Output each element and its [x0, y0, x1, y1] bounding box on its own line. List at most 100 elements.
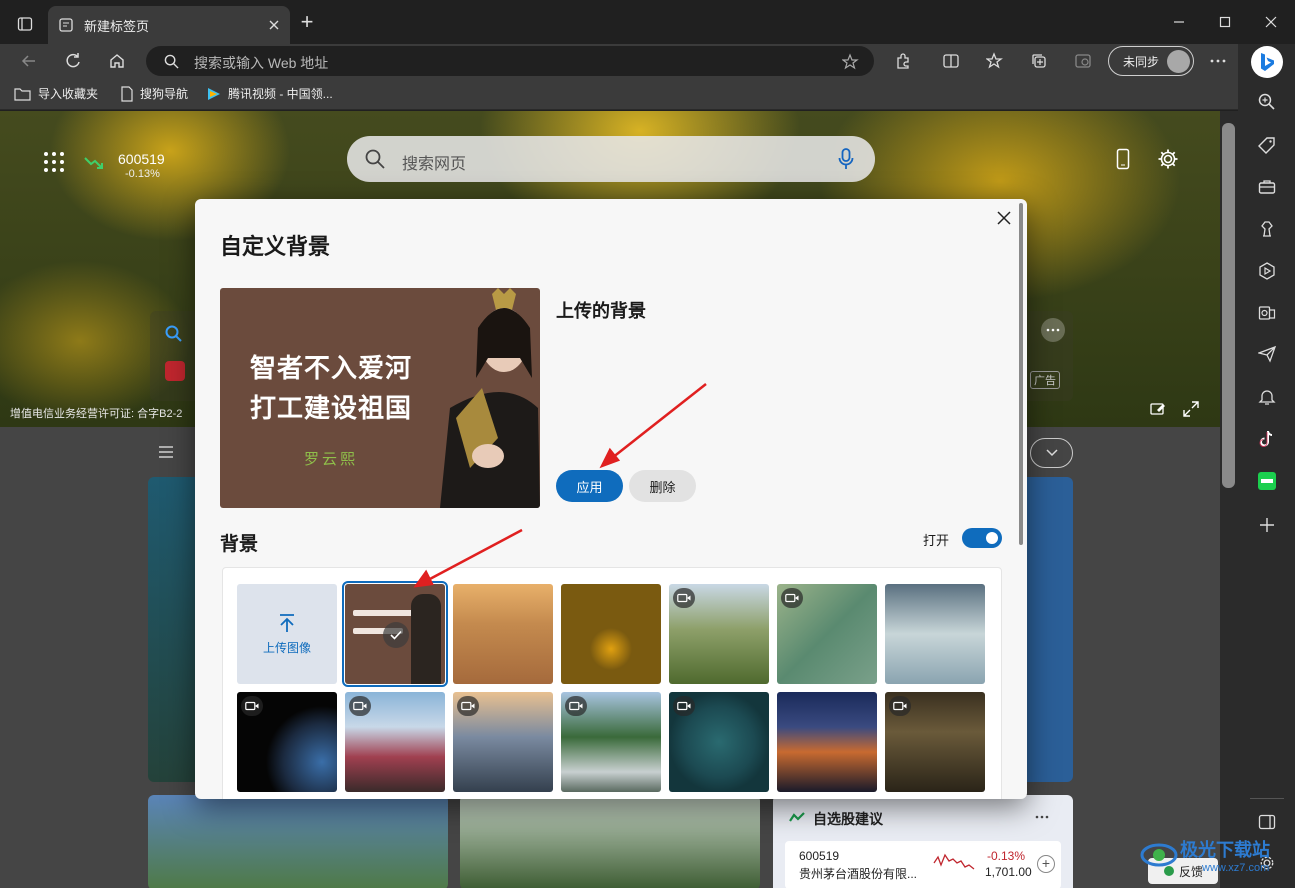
sidebar-send-button[interactable] [1254, 341, 1280, 367]
collections-button[interactable] [1024, 47, 1054, 75]
sidebar-add-button[interactable] [1254, 512, 1280, 538]
watermark: 极光下载站 www.xz7.com [1140, 832, 1290, 884]
minimize-button[interactable] [1156, 8, 1202, 36]
preview-name-text: 罗云熙 [304, 451, 359, 468]
video-camera-icon [241, 696, 263, 716]
bing-chat-button[interactable] [1251, 46, 1283, 78]
stock-suggestion-card[interactable]: 自选股建议 600519 贵州茅台酒股份有限... -0.13% 1,701.0… [773, 795, 1073, 888]
sidebar-notification-button[interactable] [1254, 384, 1280, 410]
uploaded-background-preview: 智者不入爱河 打工建设祖国 罗云熙 [220, 288, 540, 508]
expand-icon[interactable] [1183, 401, 1199, 417]
close-window-button[interactable] [1248, 8, 1294, 36]
maximize-button[interactable] [1202, 8, 1248, 36]
stock-row-change: -0.13% [987, 849, 1026, 863]
home-button[interactable] [102, 47, 132, 75]
mobile-phone-icon[interactable] [1116, 148, 1130, 170]
add-favorite-icon[interactable] [842, 53, 860, 71]
back-button[interactable] [14, 47, 44, 75]
background-thumb-beach[interactable] [453, 584, 553, 684]
paper-plane-icon [1258, 345, 1276, 363]
microphone-icon[interactable] [838, 148, 854, 170]
extensions-button[interactable] [888, 47, 918, 75]
new-tab-button[interactable]: + [296, 11, 318, 34]
profile-button[interactable]: 未同步 [1108, 46, 1194, 76]
background-thumb-ocean[interactable] [669, 692, 769, 792]
menu-icon[interactable] [158, 446, 174, 458]
background-thumb-city[interactable] [453, 692, 553, 792]
edge-bar-button[interactable] [1068, 47, 1098, 75]
dialog-scrollbar[interactable] [1019, 203, 1023, 545]
collections-icon [1032, 54, 1046, 68]
sparkline-icon [933, 853, 975, 870]
weather-card[interactable] [1020, 477, 1073, 782]
dialog-close-button[interactable] [991, 205, 1017, 231]
apply-button[interactable]: 应用 [556, 470, 623, 502]
background-thumb-river[interactable] [777, 584, 877, 684]
favorites-button[interactable] [980, 47, 1010, 75]
refresh-button[interactable] [58, 47, 88, 75]
sidebar-shopping-button[interactable] [1254, 132, 1280, 158]
tab-new-tab[interactable]: 新建标签页 [48, 6, 290, 44]
favorites-star-icon [986, 52, 1003, 69]
delete-button[interactable]: 删除 [629, 470, 696, 502]
page-scrollbar-thumb[interactable] [1222, 123, 1235, 488]
video-camera-icon [457, 696, 479, 716]
settings-more-button[interactable] [1203, 47, 1233, 75]
favorite-item-tencent-video[interactable]: 腾讯视频 - 中国领... [206, 85, 333, 102]
close-icon [997, 211, 1011, 225]
favorite-label: 导入收藏夹 [38, 87, 99, 101]
address-bar[interactable]: 搜索或输入 Web 地址 [146, 46, 874, 76]
stock-code[interactable]: 600519 [118, 151, 165, 167]
more-options-button[interactable] [1041, 318, 1065, 342]
edit-image-icon[interactable] [1150, 401, 1166, 417]
background-gallery: 上传图像 [222, 567, 1002, 799]
sidebar-tools-button[interactable] [1254, 174, 1280, 200]
news-card-car[interactable] [460, 795, 760, 888]
gear-icon[interactable] [1157, 148, 1179, 170]
background-thumb-dunes[interactable] [885, 584, 985, 684]
background-thumb-earth[interactable] [237, 692, 337, 792]
puzzle-icon [897, 53, 909, 69]
background-thumb-mountains[interactable] [669, 584, 769, 684]
sidebar-outlook-button[interactable] [1254, 300, 1280, 326]
favorite-item-sogou[interactable]: 搜狗导航 [120, 85, 188, 102]
background-toggle-label: 打开 [923, 533, 950, 548]
background-thumb-uploaded[interactable] [342, 581, 448, 687]
tab-actions-button[interactable] [8, 10, 42, 38]
upload-image-button[interactable]: 上传图像 [237, 584, 337, 684]
stock-logo-icon [789, 812, 805, 822]
background-thumb-sunflowers[interactable] [561, 584, 661, 684]
split-screen-button[interactable] [936, 47, 966, 75]
sidebar-search-button[interactable] [1254, 89, 1280, 115]
add-stock-button[interactable]: + [1037, 855, 1055, 873]
tab-close-icon[interactable] [268, 19, 280, 31]
more-dots-icon[interactable] [1035, 815, 1049, 819]
dialog-title: 自定义背景 [220, 234, 331, 259]
folder-import-icon [14, 87, 31, 101]
preview-text-line2: 打工建设祖国 [250, 393, 413, 423]
app-launcher-button[interactable] [43, 151, 65, 173]
background-thumb-fuji[interactable] [345, 692, 445, 792]
background-toggle[interactable] [962, 528, 1002, 548]
background-thumb-giraffes[interactable] [885, 692, 985, 792]
license-text[interactable]: 增值电信业务经营许可证: 合字B2-2 [10, 405, 182, 421]
sidebar-games-button[interactable] [1254, 216, 1280, 242]
background-thumb-castle[interactable] [777, 692, 877, 792]
quick-link-icon[interactable] [165, 361, 185, 381]
outlook-icon [1258, 306, 1276, 320]
grid-dots-icon [44, 152, 64, 172]
customize-background-dialog: 自定义背景 智者不入爱河 打工建设祖国 罗云熙 上传的背景 应用 删除 背景 打… [195, 199, 1027, 799]
background-thumb-waterfall[interactable] [561, 692, 661, 792]
news-card-game[interactable] [148, 795, 448, 888]
sidebar-microsoft365-button[interactable] [1254, 258, 1280, 284]
sidebar-tiktok-button[interactable] [1254, 426, 1280, 452]
sidebar-divider [1250, 798, 1284, 799]
favorite-item-import[interactable]: 导入收藏夹 [14, 85, 98, 102]
web-search-box[interactable]: 搜索网页 [347, 136, 875, 182]
stock-row[interactable]: 600519 贵州茅台酒股份有限... -0.13% 1,701.00 + [785, 841, 1061, 888]
tencent-video-icon [208, 87, 220, 100]
sidebar-iqiyi-button[interactable] [1254, 468, 1280, 494]
search-icon [164, 54, 179, 69]
uploaded-background-title: 上传的背景 [556, 301, 646, 321]
feed-dropdown[interactable] [1030, 438, 1073, 468]
